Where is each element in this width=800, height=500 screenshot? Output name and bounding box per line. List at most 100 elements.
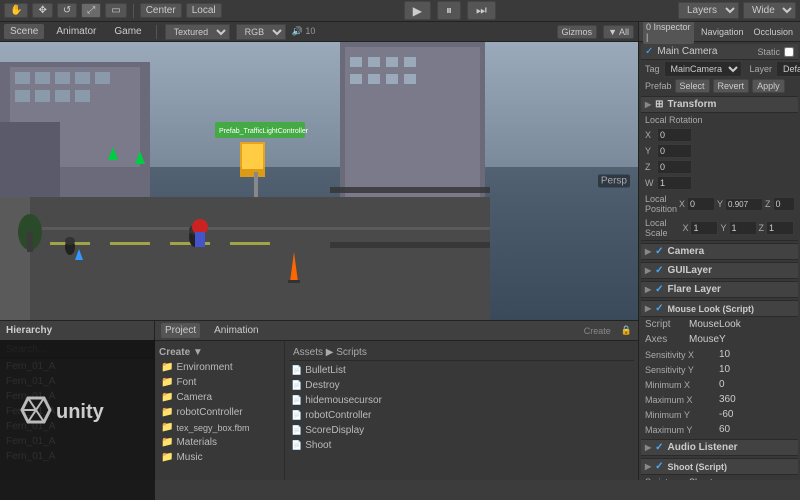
local-rotation-label: Local Rotation bbox=[645, 115, 703, 125]
tag-label: Tag bbox=[645, 64, 660, 74]
folder-font[interactable]: 📁 Font bbox=[159, 375, 280, 390]
folder-camera[interactable]: 📁 Camera bbox=[159, 390, 280, 405]
script-label-hidemouse: hidemousecursor bbox=[305, 395, 382, 406]
max-y-row: Maximum Y 60 bbox=[641, 422, 798, 437]
folder-icon-camera: 📁 bbox=[161, 392, 173, 403]
rgb-select[interactable]: RGB bbox=[236, 24, 286, 40]
layer-select[interactable]: Default bbox=[776, 61, 800, 77]
audio-label: Audio Listener bbox=[668, 442, 738, 453]
tool-rect-btn[interactable]: ▭ bbox=[105, 3, 126, 18]
folder-label-camera: Camera bbox=[176, 392, 212, 403]
max-x-val: 360 bbox=[719, 394, 736, 405]
tab-inspector[interactable]: 0 Inspector | bbox=[643, 22, 694, 44]
min-y-row: Minimum Y -60 bbox=[641, 407, 798, 422]
prefab-select-btn[interactable]: Select bbox=[675, 79, 710, 93]
render-mode-select[interactable]: Textured bbox=[165, 24, 230, 40]
local-scale-row: Local Scale X Y Z bbox=[641, 217, 798, 239]
tab-game[interactable]: Game bbox=[108, 24, 147, 39]
scale-z-field[interactable] bbox=[766, 221, 794, 235]
pos-x-field[interactable] bbox=[687, 197, 715, 211]
tab-scene[interactable]: Scene bbox=[4, 24, 44, 39]
gizmos-btn[interactable]: Gizmos bbox=[557, 25, 598, 39]
min-y-val: -60 bbox=[719, 409, 733, 420]
max-x-row: Maximum X 360 bbox=[641, 392, 798, 407]
rot-w-field[interactable] bbox=[657, 176, 692, 190]
pivot-btn[interactable]: Center bbox=[140, 3, 182, 18]
scale-y-field[interactable] bbox=[729, 221, 757, 235]
script-destroy[interactable]: 📄 Destroy bbox=[289, 378, 634, 393]
svg-text:Prefab_TrafficLightController: Prefab_TrafficLightController bbox=[219, 128, 309, 135]
pos-y-lbl: Y bbox=[717, 199, 723, 209]
shoot-script-row: Script Shoot bbox=[641, 475, 798, 480]
toolbar-right: Layers Wide bbox=[678, 2, 796, 19]
view-tabs-toolbar: Scene Animator Game Textured RGB 🔊 10 Gi… bbox=[0, 22, 638, 42]
tool-scale-btn[interactable]: ⤢ bbox=[81, 3, 101, 18]
tool-rotate-btn[interactable]: ↺ bbox=[57, 3, 77, 18]
max-x-label: Maximum X bbox=[645, 395, 715, 405]
max-y-val: 60 bbox=[719, 424, 730, 435]
script-scoredisplay[interactable]: 📄 ScoreDisplay bbox=[289, 423, 634, 438]
rot-z-field[interactable] bbox=[657, 160, 692, 174]
prefab-revert-btn[interactable]: Revert bbox=[713, 79, 750, 93]
script-robotcontroller[interactable]: 📄 robotController bbox=[289, 408, 634, 423]
shoot-label: Shoot (Script) bbox=[668, 462, 728, 472]
top-toolbar: ✋ ✥ ↺ ⤢ ▭ Center Local ▶ ⏸ ⏭ Layers Wide bbox=[0, 0, 800, 22]
flarelayer-section: ▶ ✓ Flare Layer bbox=[641, 281, 798, 298]
play-btn[interactable]: ▶ bbox=[404, 1, 431, 20]
inspector-content: ✓ Main Camera Static Tag MainCamera Laye… bbox=[639, 42, 800, 480]
object-name-label: Main Camera bbox=[657, 46, 753, 57]
rot-x-field[interactable] bbox=[657, 128, 692, 142]
tab-animator[interactable]: Animator bbox=[50, 24, 102, 39]
project-breadcrumb: Assets ▶ Scripts bbox=[289, 345, 634, 361]
object-active-checkbox[interactable]: ✓ bbox=[645, 46, 653, 57]
sep-2 bbox=[156, 25, 157, 39]
flarelayer-checkbox[interactable]: ✓ bbox=[655, 284, 663, 295]
tool-hand-btn[interactable]: ✋ bbox=[4, 3, 28, 18]
shoot-script-val: Shoot bbox=[689, 477, 713, 480]
scale-x-field[interactable] bbox=[690, 221, 718, 235]
project-create-btn[interactable]: Create bbox=[584, 326, 611, 336]
local-rotation-header: Local Rotation bbox=[641, 113, 798, 127]
script-hidemousecursor[interactable]: 📄 hidemousecursor bbox=[289, 393, 634, 408]
tab-project[interactable]: Project bbox=[161, 323, 200, 338]
audio-checkbox[interactable]: ✓ bbox=[655, 442, 663, 453]
game-canvas: Prefab_TrafficLightController Persp bbox=[0, 42, 638, 320]
audio-arrow: ▶ bbox=[645, 443, 651, 452]
rot-y-field[interactable] bbox=[657, 144, 692, 158]
tool-move-btn[interactable]: ✥ bbox=[32, 3, 52, 18]
shoot-checkbox[interactable]: ✓ bbox=[655, 461, 663, 472]
folder-robotcontroller[interactable]: 📁 robotController bbox=[159, 405, 280, 420]
camera-label: Camera bbox=[668, 246, 705, 257]
mouselook-checkbox[interactable]: ✓ bbox=[655, 303, 663, 314]
pos-y-field[interactable] bbox=[725, 198, 763, 211]
prefab-apply-btn[interactable]: Apply bbox=[752, 79, 785, 93]
min-x-row: Minimum X 0 bbox=[641, 377, 798, 392]
folder-materials[interactable]: 📁 Materials bbox=[159, 435, 280, 450]
folder-fbm[interactable]: 📁 tex_segy_box.fbm bbox=[159, 420, 280, 435]
unity-logo-area: unity bbox=[0, 340, 155, 500]
folder-music[interactable]: 📁 Music bbox=[159, 450, 280, 465]
layers-select[interactable]: Layers bbox=[678, 2, 739, 19]
space-btn[interactable]: Local bbox=[186, 3, 222, 18]
pause-btn[interactable]: ⏸ bbox=[437, 1, 461, 20]
folder-environment[interactable]: 📁 Environment bbox=[159, 360, 280, 375]
guilayer-checkbox[interactable]: ✓ bbox=[655, 265, 663, 276]
all-btn[interactable]: ▼ All bbox=[603, 25, 634, 39]
tab-animation[interactable]: Animation bbox=[210, 323, 262, 338]
tab-navigation[interactable]: Navigation bbox=[698, 25, 747, 39]
main-layout: Scene Animator Game Textured RGB 🔊 10 Gi… bbox=[0, 22, 800, 480]
tag-select[interactable]: MainCamera bbox=[664, 61, 742, 77]
scale-z-lbl: Z bbox=[759, 223, 765, 233]
static-checkbox[interactable] bbox=[784, 47, 794, 57]
audio-icon: 🔊 10 bbox=[292, 26, 316, 37]
pos-z-field[interactable] bbox=[773, 197, 795, 211]
camera-checkbox[interactable]: ✓ bbox=[655, 246, 663, 257]
audiolistener-section: ▶ ✓ Audio Listener bbox=[641, 439, 798, 456]
script-shoot[interactable]: 📄 Shoot bbox=[289, 438, 634, 453]
step-btn[interactable]: ⏭ bbox=[467, 1, 496, 20]
project-content: Create ▼ 📁 Environment 📁 Font 📁 Camera bbox=[155, 341, 638, 480]
script-bulletlist[interactable]: 📄 BulletList bbox=[289, 363, 634, 378]
sens-y-row: Sensitivity Y 10 bbox=[641, 362, 798, 377]
layout-select[interactable]: Wide bbox=[743, 2, 796, 19]
tab-occlusion[interactable]: Occlusion bbox=[750, 25, 796, 39]
